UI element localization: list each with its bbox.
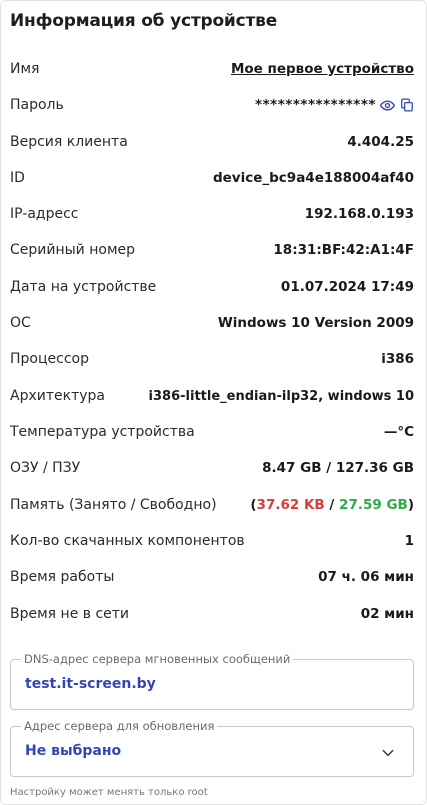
- row-temperature: Температура устройства —°C: [10, 421, 414, 443]
- memory-free-value: 27.59 GB: [339, 497, 408, 513]
- row-os: ОС Windows 10 Version 2009: [10, 312, 414, 334]
- update-server-value: Не выбрано: [25, 743, 122, 759]
- serial-value: 18:31:BF:42:A1:4F: [273, 242, 414, 258]
- temperature-value: —°C: [383, 424, 414, 440]
- arch-label: Архитектура: [10, 388, 105, 404]
- eye-icon[interactable]: [380, 98, 395, 113]
- row-id: ID device_bc9a4e188004af40: [10, 167, 414, 189]
- row-memory: Память (Занято / Свободно) (37.62 KB / 2…: [10, 494, 414, 516]
- row-ip: IP-адресс 192.168.0.193: [10, 203, 414, 225]
- row-ram-rom: ОЗУ / ПЗУ 8.47 GB / 127.36 GB: [10, 457, 414, 479]
- ram-rom-label: ОЗУ / ПЗУ: [10, 460, 81, 476]
- row-arch: Архитектура i386-little_endian-ilp32, wi…: [10, 385, 414, 407]
- row-components: Кол-во скачанных компонентов 1: [10, 530, 414, 552]
- date-label: Дата на устройстве: [10, 279, 157, 295]
- serial-label: Серийный номер: [10, 242, 136, 258]
- name-label: Имя: [10, 61, 40, 77]
- cpu-label: Процессор: [10, 351, 89, 367]
- row-cpu: Процессор i386: [10, 348, 414, 370]
- password-value-group: ****************: [255, 97, 414, 113]
- update-server-select[interactable]: Адрес сервера для обновления Не выбрано: [10, 719, 414, 777]
- memory-label: Память (Занято / Свободно): [10, 497, 217, 513]
- row-uptime: Время работы 07 ч. 06 мин: [10, 566, 414, 588]
- copy-icon[interactable]: [399, 98, 414, 113]
- id-value: device_bc9a4e188004af40: [212, 170, 414, 186]
- client-version-label: Версия клиента: [10, 134, 128, 150]
- offline-label: Время не в сети: [10, 606, 130, 622]
- root-only-hint: Настройку может менять только root: [10, 787, 208, 798]
- ip-value: 192.168.0.193: [304, 206, 414, 222]
- dns-server-value[interactable]: test.it-screen.by: [25, 676, 156, 692]
- ip-label: IP-адресс: [10, 206, 79, 222]
- row-client-version: Версия клиента 4.404.25: [10, 131, 414, 153]
- row-offline: Время не в сети 02 мин: [10, 603, 414, 625]
- ram-rom-value: 8.47 GB / 127.36 GB: [262, 460, 414, 476]
- uptime-label: Время работы: [10, 569, 115, 585]
- components-value: 1: [404, 533, 414, 549]
- row-serial: Серийный номер 18:31:BF:42:A1:4F: [10, 239, 414, 261]
- memory-close-paren: ): [407, 497, 414, 513]
- password-value: ****************: [255, 97, 376, 113]
- components-label: Кол-во скачанных компонентов: [10, 533, 245, 549]
- memory-value: (37.62 KB / 27.59 GB): [250, 497, 414, 513]
- os-label: ОС: [10, 315, 31, 331]
- client-version-value: 4.404.25: [347, 134, 414, 150]
- row-password: Пароль ****************: [10, 94, 414, 116]
- memory-separator: /: [324, 497, 340, 513]
- row-name: Имя Мое первое устройство: [10, 58, 414, 80]
- device-info-panel: Информация об устройстве Имя Мое первое …: [0, 0, 427, 805]
- temperature-label: Температура устройства: [10, 424, 195, 440]
- date-value: 01.07.2024 17:49: [280, 279, 414, 295]
- memory-used-value: 37.62 KB: [256, 497, 325, 513]
- arch-value: i386-little_endian-ilp32, windows 10: [148, 388, 414, 404]
- dns-server-field[interactable]: DNS-адрес сервера мгновенных сообщений t…: [10, 652, 414, 710]
- device-name-link[interactable]: Мое первое устройство: [231, 61, 414, 77]
- offline-value: 02 мин: [360, 606, 414, 622]
- uptime-value: 07 ч. 06 мин: [318, 569, 414, 585]
- panel-title: Информация об устройстве: [10, 11, 278, 31]
- dns-server-legend: DNS-адрес сервера мгновенных сообщений: [21, 652, 294, 666]
- row-date: Дата на устройстве 01.07.2024 17:49: [10, 276, 414, 298]
- cpu-value: i386: [381, 351, 414, 367]
- os-value: Windows 10 Version 2009: [217, 315, 414, 331]
- chevron-down-icon[interactable]: [381, 745, 395, 759]
- id-label: ID: [10, 170, 25, 186]
- update-server-legend: Адрес сервера для обновления: [21, 719, 218, 733]
- password-label: Пароль: [10, 97, 64, 113]
